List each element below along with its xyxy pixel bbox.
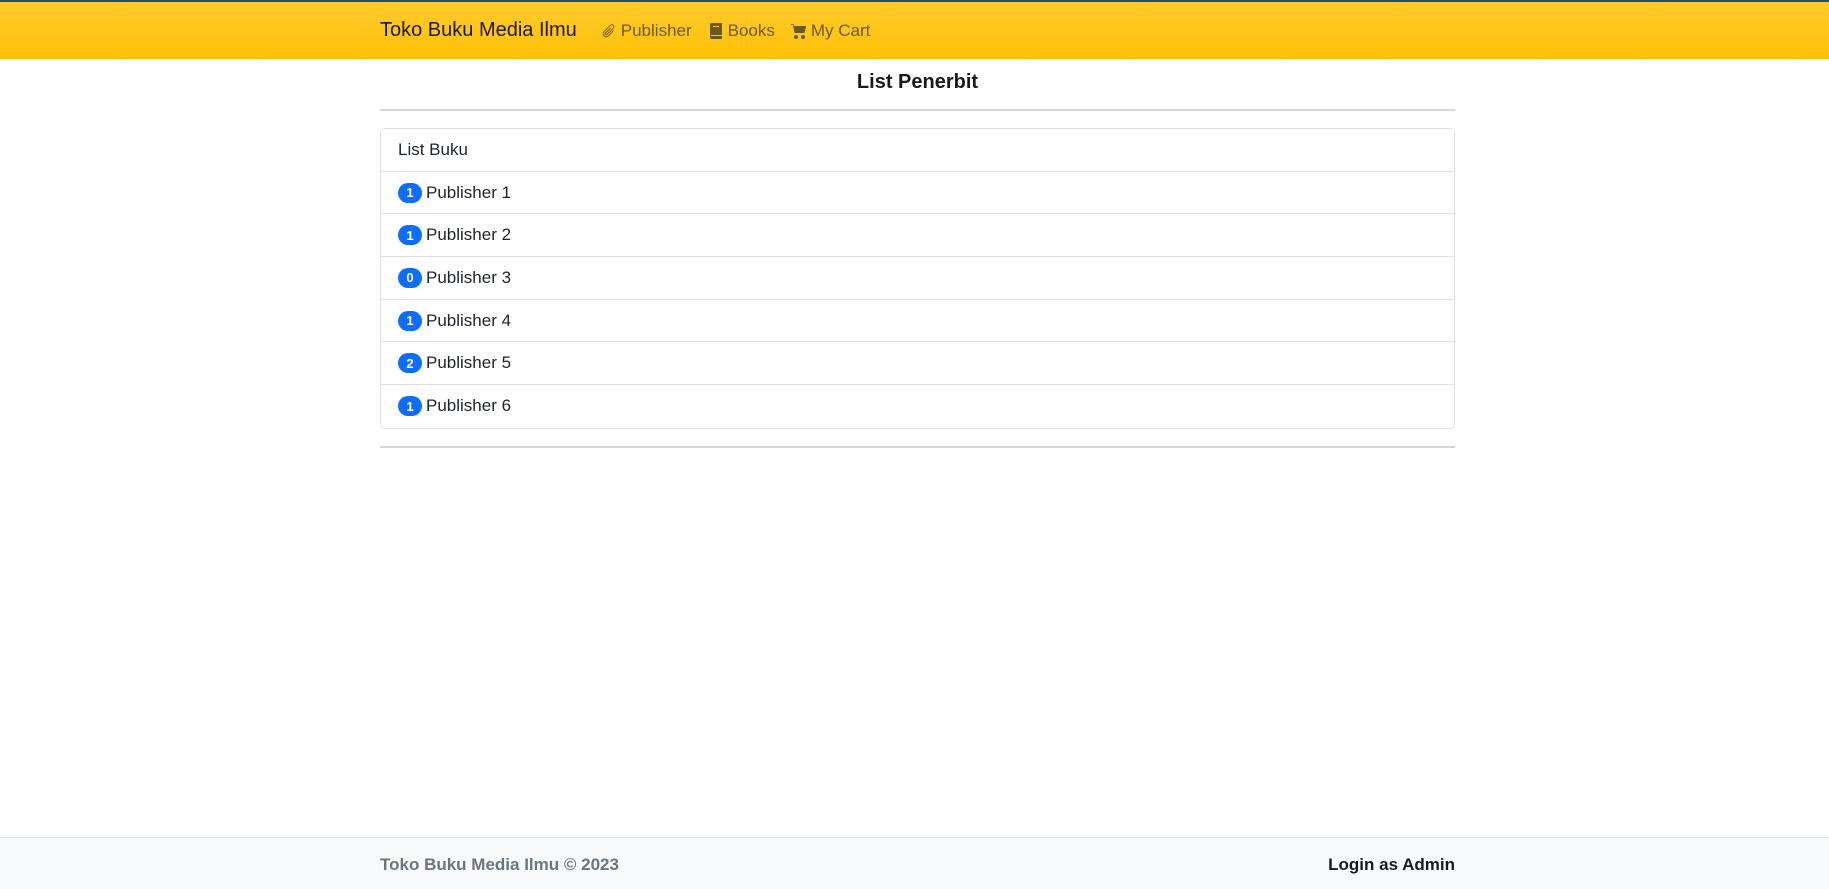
list-item-publisher-6: 1 Publisher 6 <box>381 385 1454 428</box>
publisher-list: List Buku 1 Publisher 1 1 Publisher 2 0 … <box>380 128 1455 429</box>
count-badge: 1 <box>398 225 422 246</box>
main-content: List Penerbit List Buku 1 Publisher 1 1 … <box>380 59 1455 448</box>
publisher-name: Publisher 6 <box>426 396 512 416</box>
publisher-name: Publisher 3 <box>426 267 512 287</box>
cart-icon <box>790 23 806 39</box>
count-badge: 2 <box>398 353 422 374</box>
count-badge: 0 <box>398 267 422 288</box>
page: Toko Buku Media Ilmu Publisher Books My … <box>0 0 1829 889</box>
nav-link-label: Publisher <box>620 20 692 40</box>
nav-link-books[interactable]: Books <box>708 21 775 41</box>
nav-link-publisher[interactable]: Publisher <box>601 21 692 41</box>
publisher-name: Publisher 5 <box>426 353 512 373</box>
list-item-publisher-3: 0 Publisher 3 <box>381 257 1454 300</box>
page-title: List Penerbit <box>856 71 979 93</box>
count-badge: 1 <box>398 396 422 417</box>
count-badge: 1 <box>398 182 422 203</box>
footer-inner: Toko Buku Media Ilmu © 2023 Login as Adm… <box>380 838 1455 889</box>
divider-bottom <box>380 445 1455 448</box>
publisher-name: Publisher 4 <box>426 310 512 330</box>
list-item-publisher-1: 1 Publisher 1 <box>381 171 1454 215</box>
nav-link-label: My Cart <box>810 20 871 40</box>
navbar-inner: Toko Buku Media Ilmu Publisher Books My … <box>380 2 886 59</box>
footer: Toko Buku Media Ilmu © 2023 Login as Adm… <box>0 837 1829 889</box>
count-badge: 1 <box>398 310 422 331</box>
publisher-name: Publisher 2 <box>426 225 512 245</box>
nav-link-cart[interactable]: My Cart <box>790 20 871 41</box>
list-header: List Buku <box>381 129 1454 172</box>
navbar: Toko Buku Media Ilmu Publisher Books My … <box>0 0 1829 59</box>
list-item-publisher-5: 2 Publisher 5 <box>381 342 1454 386</box>
nav-link-label: Books <box>727 20 775 40</box>
footer-copyright: Toko Buku Media Ilmu © 2023 <box>380 855 619 874</box>
brand-link[interactable]: Toko Buku Media Ilmu <box>380 19 577 42</box>
list-header-label: List Buku <box>398 139 468 159</box>
login-status: Login as Admin <box>1328 855 1455 874</box>
book-icon <box>709 22 722 39</box>
list-item-publisher-4: 1 Publisher 4 <box>381 299 1454 343</box>
divider <box>380 109 1455 111</box>
paperclip-icon <box>602 23 615 37</box>
publisher-name: Publisher 1 <box>426 182 512 202</box>
list-item-publisher-2: 1 Publisher 2 <box>381 214 1454 258</box>
